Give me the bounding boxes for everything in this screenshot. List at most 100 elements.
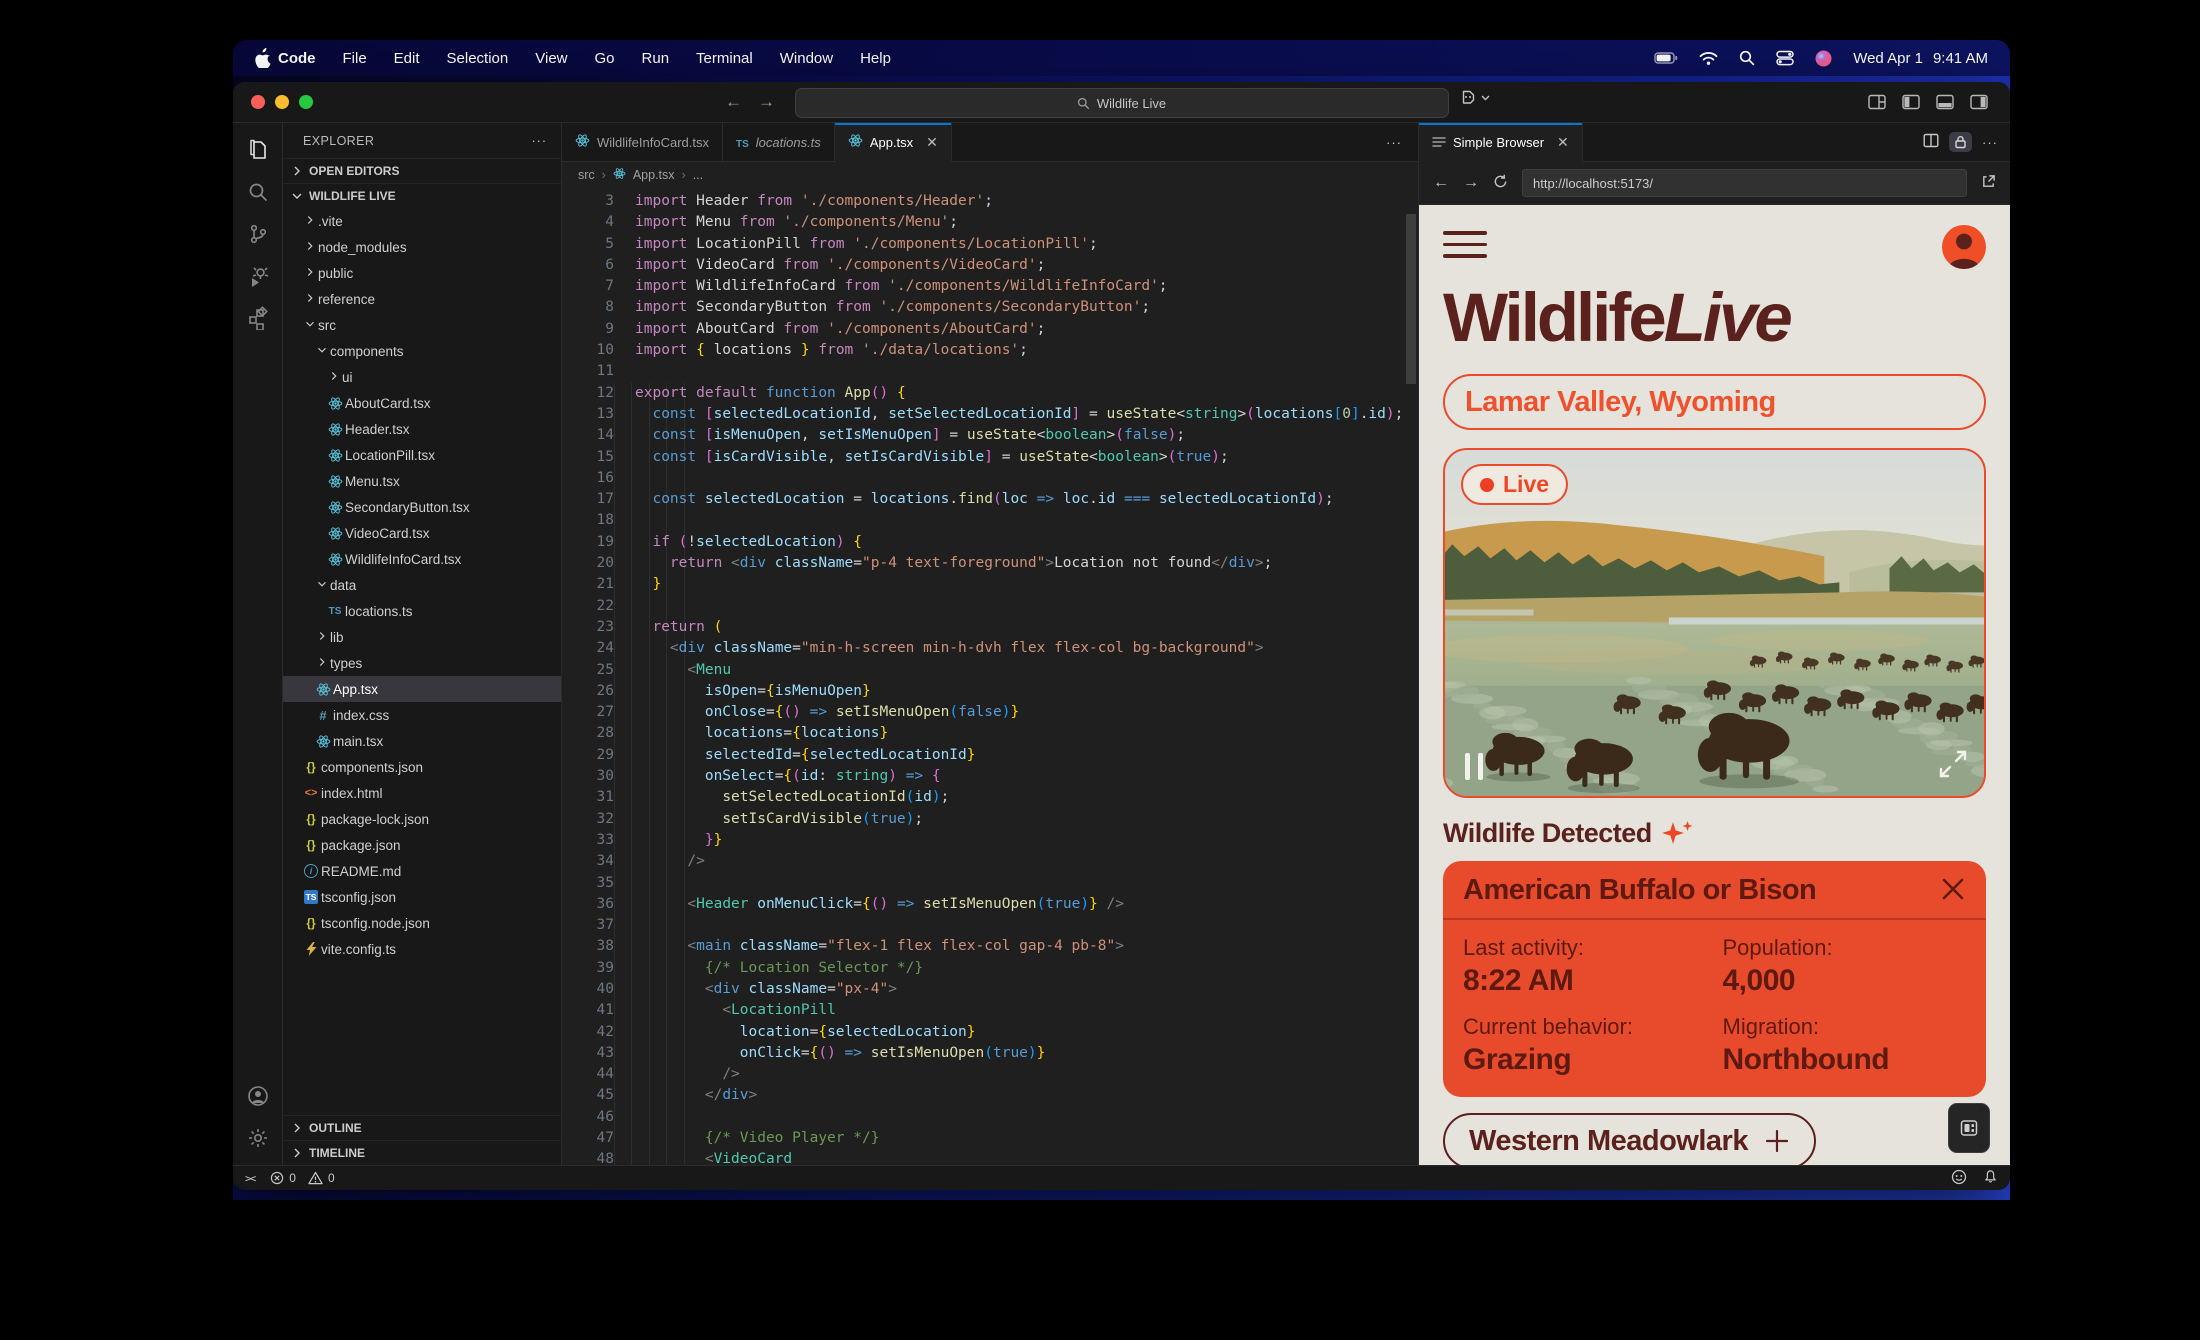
tree-folder-lib[interactable]: lib bbox=[283, 624, 561, 650]
remote-indicator[interactable]: >< bbox=[245, 1172, 254, 1185]
tab-locations-ts[interactable]: TSlocations.ts bbox=[723, 123, 835, 161]
menu-window[interactable]: Window bbox=[780, 50, 833, 67]
breadcrumb[interactable]: src › App.tsx › ... bbox=[562, 162, 1418, 188]
next-species-button[interactable]: Western Meadowlark bbox=[1443, 1113, 1816, 1165]
menu-go[interactable]: Go bbox=[595, 50, 615, 67]
browser-forward-button[interactable]: → bbox=[1463, 174, 1479, 192]
copilot-menu-button[interactable] bbox=[1460, 90, 1490, 105]
apple-menu-icon[interactable] bbox=[255, 48, 272, 68]
timeline-section[interactable]: TIMELINE bbox=[283, 1140, 561, 1165]
search-view-icon[interactable] bbox=[234, 171, 282, 213]
settings-gear-icon[interactable] bbox=[234, 1117, 282, 1159]
accounts-icon[interactable] bbox=[234, 1075, 282, 1117]
tree-file-menu-tsx[interactable]: Menu.tsx bbox=[283, 468, 561, 494]
location-selector-pill[interactable]: Lamar Valley, Wyoming bbox=[1443, 374, 1986, 430]
toggle-primary-sidebar-icon[interactable] bbox=[1902, 94, 1920, 110]
tree-folder-public[interactable]: public bbox=[283, 260, 561, 286]
tree-file-vite-config-ts[interactable]: vite.config.ts bbox=[283, 936, 561, 962]
tree-file-wildlifeinfocard-tsx[interactable]: WildlifeInfoCard.tsx bbox=[283, 546, 561, 572]
video-card[interactable]: Live bbox=[1443, 448, 1986, 798]
tab-app-tsx[interactable]: App.tsx✕ bbox=[835, 123, 952, 162]
tree-file-locations-ts[interactable]: TSlocations.ts bbox=[283, 598, 561, 624]
avatar[interactable] bbox=[1942, 225, 1986, 269]
tree-file-package-lock-json[interactable]: {}package-lock.json bbox=[283, 806, 561, 832]
close-tab-icon[interactable]: ✕ bbox=[1557, 134, 1569, 151]
notifications-bell-icon[interactable] bbox=[1983, 1169, 1998, 1187]
url-input[interactable]: http://localhost:5173/ bbox=[1522, 169, 1967, 197]
toggle-secondary-sidebar-icon[interactable] bbox=[1970, 94, 1988, 110]
tree-file-tsconfig-node-json[interactable]: {}tsconfig.node.json bbox=[283, 910, 561, 936]
tree-file-tsconfig-json[interactable]: TStsconfig.json bbox=[283, 884, 561, 910]
history-back-button[interactable]: ← bbox=[725, 92, 742, 112]
command-center-search[interactable]: Wildlife Live bbox=[795, 88, 1449, 118]
menu-code[interactable]: Code bbox=[278, 50, 316, 67]
tree-file-secondarybutton-tsx[interactable]: SecondaryButton.tsx bbox=[283, 494, 561, 520]
open-editors-section[interactable]: OPEN EDITORS bbox=[283, 158, 561, 183]
tree-folder-components[interactable]: components bbox=[283, 338, 561, 364]
tab-wildlifeinfocard-tsx[interactable]: WildlifeInfoCard.tsx bbox=[562, 123, 723, 161]
tree-file-components-json[interactable]: {}components.json bbox=[283, 754, 561, 780]
project-section[interactable]: WILDLIFE LIVE bbox=[283, 183, 561, 208]
explorer-more-actions[interactable]: ··· bbox=[532, 134, 548, 148]
menu-file[interactable]: File bbox=[343, 50, 367, 67]
tree-file-index-html[interactable]: <>index.html bbox=[283, 780, 561, 806]
tree-file-index-css[interactable]: #index.css bbox=[283, 702, 561, 728]
menu-hamburger-button[interactable] bbox=[1443, 225, 1487, 258]
tree-file-package-json[interactable]: {}package.json bbox=[283, 832, 561, 858]
tabbar-more-actions[interactable]: ··· bbox=[1370, 135, 1418, 150]
tab-simple-browser[interactable]: Simple Browser ✕ bbox=[1419, 123, 1583, 162]
tree-file-videocard-tsx[interactable]: VideoCard.tsx bbox=[283, 520, 561, 546]
source-control-icon[interactable] bbox=[234, 213, 282, 255]
run-debug-icon[interactable] bbox=[234, 255, 282, 297]
explorer-icon[interactable] bbox=[234, 129, 282, 171]
menu-run[interactable]: Run bbox=[642, 50, 670, 67]
tree-file-main-tsx[interactable]: main.tsx bbox=[283, 728, 561, 754]
customize-layout-icon[interactable] bbox=[1868, 94, 1886, 110]
extensions-icon[interactable] bbox=[234, 297, 282, 339]
split-editor-icon[interactable] bbox=[1923, 133, 1939, 151]
problems-errors[interactable]: 0 bbox=[270, 1171, 296, 1185]
history-forward-button[interactable]: → bbox=[758, 92, 775, 112]
control-center-icon[interactable] bbox=[1776, 50, 1794, 66]
battery-icon[interactable] bbox=[1654, 50, 1678, 66]
menubar-clock[interactable]: Wed Apr 1 9:41 AM bbox=[1853, 50, 1988, 67]
open-external-icon[interactable] bbox=[1981, 174, 1996, 192]
pause-button[interactable] bbox=[1465, 753, 1483, 780]
tree-folder--vite[interactable]: .vite bbox=[283, 208, 561, 234]
tree-folder-src[interactable]: src bbox=[283, 312, 561, 338]
floating-toolbar-button[interactable] bbox=[1948, 1103, 1990, 1153]
problems-warnings[interactable]: 0 bbox=[308, 1171, 335, 1185]
spotlight-icon[interactable] bbox=[1739, 50, 1755, 66]
tree-file-locationpill-tsx[interactable]: LocationPill.tsx bbox=[283, 442, 561, 468]
copilot-status-icon[interactable] bbox=[1951, 1169, 1967, 1188]
siri-icon[interactable] bbox=[1815, 50, 1832, 67]
menu-help[interactable]: Help bbox=[860, 50, 891, 67]
outline-section[interactable]: OUTLINE bbox=[283, 1115, 561, 1140]
tree-folder-reference[interactable]: reference bbox=[283, 286, 561, 312]
code-editor[interactable]: 3import Header from './components/Header… bbox=[562, 188, 1418, 1165]
tree-file-readme-md[interactable]: iREADME.md bbox=[283, 858, 561, 884]
tree-file-header-tsx[interactable]: Header.tsx bbox=[283, 416, 561, 442]
zoom-window-button[interactable] bbox=[299, 95, 313, 109]
more-actions-icon[interactable]: ··· bbox=[1982, 135, 1998, 150]
menu-selection[interactable]: Selection bbox=[447, 50, 509, 67]
tree-file-aboutcard-tsx[interactable]: AboutCard.tsx bbox=[283, 390, 561, 416]
menu-terminal[interactable]: Terminal bbox=[696, 50, 753, 67]
menu-edit[interactable]: Edit bbox=[394, 50, 420, 67]
lock-editor-group-button[interactable] bbox=[1949, 132, 1972, 152]
tree-file-app-tsx[interactable]: App.tsx bbox=[283, 676, 561, 702]
menu-view[interactable]: View bbox=[535, 50, 567, 67]
minimize-window-button[interactable] bbox=[275, 95, 289, 109]
close-window-button[interactable] bbox=[251, 95, 265, 109]
toggle-panel-icon[interactable] bbox=[1936, 94, 1954, 110]
close-tab-icon[interactable]: ✕ bbox=[926, 134, 938, 151]
close-card-button[interactable] bbox=[1940, 876, 1966, 905]
wifi-icon[interactable] bbox=[1699, 51, 1718, 66]
browser-back-button[interactable]: ← bbox=[1433, 174, 1449, 192]
fullscreen-button[interactable] bbox=[1938, 749, 1968, 782]
browser-reload-button[interactable] bbox=[1493, 174, 1508, 192]
tree-folder-ui[interactable]: ui bbox=[283, 364, 561, 390]
tree-folder-data[interactable]: data bbox=[283, 572, 561, 598]
editor-scrollbar[interactable] bbox=[1406, 214, 1416, 384]
tree-folder-node-modules[interactable]: node_modules bbox=[283, 234, 561, 260]
